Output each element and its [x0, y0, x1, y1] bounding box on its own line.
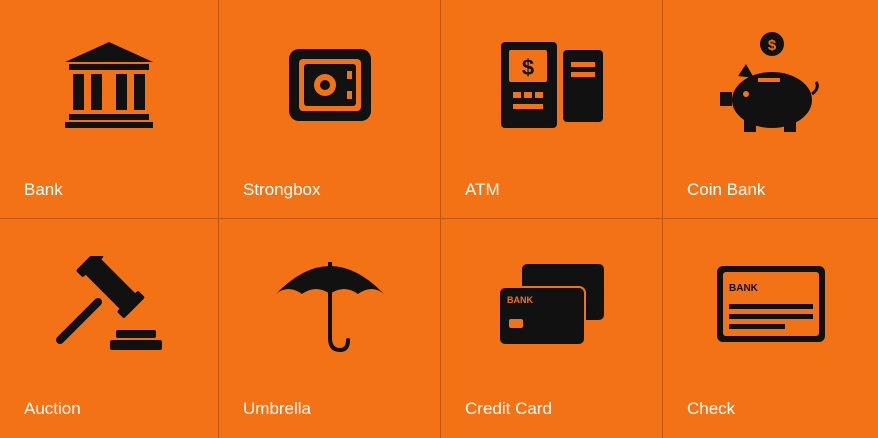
bank-building-icon: [0, 0, 218, 170]
atm-icon: $: [441, 0, 662, 170]
tile-credit-card: BANK Credit Card: [441, 219, 663, 438]
tile-label: ATM: [465, 180, 500, 199]
atm-screen-text: $: [521, 55, 533, 80]
tile-label: Umbrella: [243, 399, 312, 418]
gavel-icon: [0, 219, 218, 389]
tile-label: Auction: [24, 399, 81, 418]
tile-label: Check: [687, 399, 736, 418]
safe-icon: [219, 0, 440, 170]
umbrella-icon: [219, 219, 440, 389]
tile-label: Credit Card: [465, 399, 552, 418]
tile-coin-bank: $ Coin Bank: [663, 0, 878, 219]
tile-check: BANK Check: [663, 219, 878, 438]
credit-card-icon: BANK: [441, 219, 662, 389]
tile-umbrella: Umbrella: [219, 219, 441, 438]
check-icon: BANK: [663, 219, 878, 389]
tile-label: Coin Bank: [687, 180, 766, 199]
tile-label: Bank: [24, 180, 63, 199]
tile-auction: Auction: [0, 219, 219, 438]
check-bank-text: BANK: [729, 283, 759, 294]
tile-atm: $ ATM: [441, 0, 663, 219]
icon-grid: Bank Strongbox $ ATM $ Coin Bank Auction…: [0, 0, 878, 438]
coin-text: $: [767, 37, 776, 54]
card-bank-text: BANK: [507, 295, 533, 305]
tile-label: Strongbox: [243, 180, 321, 199]
tile-strongbox: Strongbox: [219, 0, 441, 219]
tile-bank: Bank: [0, 0, 219, 219]
piggy-bank-icon: $: [663, 0, 878, 170]
